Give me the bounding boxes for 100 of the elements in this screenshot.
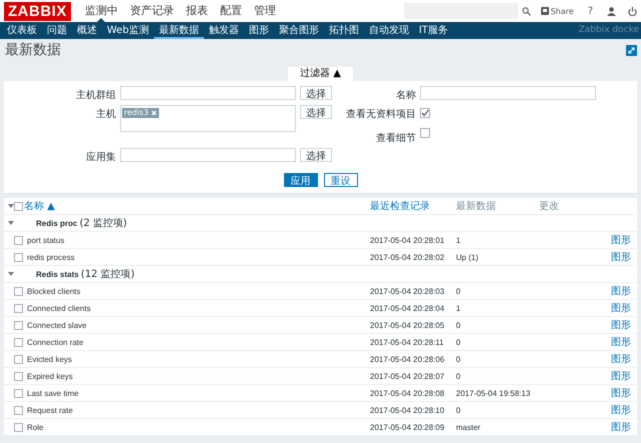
column-header[interactable]: 最近检查记录 <box>370 199 456 213</box>
table-cell-text: 2017-05-04 20:28:09 <box>370 422 446 432</box>
nav-item[interactable]: 触发器 <box>204 22 244 39</box>
nav-item[interactable]: 聚合图形 <box>274 22 324 39</box>
checkbox[interactable] <box>14 372 23 380</box>
graph-link[interactable]: 图形 <box>599 420 637 434</box>
table-cell-text: 2017-05-04 20:28:05 <box>370 320 446 330</box>
nav-item[interactable]: Web监测 <box>102 22 154 39</box>
item-name: Last save time <box>26 388 80 398</box>
item-name: Role <box>26 422 44 432</box>
checkbox[interactable] <box>14 202 23 210</box>
item-name: Connection rate <box>26 338 84 346</box>
graph-link[interactable]: 图形 <box>599 284 637 298</box>
item-name: redis process <box>26 252 76 262</box>
nav-item[interactable]: 最新数据 <box>154 22 204 39</box>
checkbox[interactable] <box>14 338 23 346</box>
nav-item[interactable]: 仪表板 <box>2 22 42 39</box>
menu-item[interactable]: 管理 <box>248 0 282 22</box>
item-name: port status <box>26 236 66 244</box>
table-cell-text: 2017-05-04 19:58:13 <box>456 388 532 398</box>
collapse-icon[interactable] <box>8 203 14 209</box>
checkbox[interactable] <box>14 236 23 244</box>
field-label: 查看无资料项目 <box>345 108 416 121</box>
checkbox[interactable] <box>14 354 23 364</box>
graph-link[interactable]: 图形 <box>599 352 637 366</box>
menu-item[interactable]: 监测中 <box>78 0 124 22</box>
graph-link[interactable]: 图形 <box>599 386 637 400</box>
graph-link[interactable]: 图形 <box>599 301 637 315</box>
collapse-icon[interactable] <box>8 271 14 277</box>
collapse-icon[interactable] <box>8 220 14 226</box>
table-cell-text: 2017-05-04 20:28:01 <box>370 236 446 244</box>
graph-link[interactable]: 图形 <box>599 318 637 332</box>
share-icon <box>540 7 549 15</box>
search-icon[interactable] <box>522 6 531 16</box>
field-label: 应用集 <box>85 150 116 164</box>
checkbox[interactable] <box>14 422 23 432</box>
nav-item[interactable]: 图形 <box>244 22 274 39</box>
table-cell-text: 2017-05-04 20:28:08 <box>370 388 446 398</box>
nav-item[interactable]: 拓扑图 <box>324 22 364 39</box>
user-icon[interactable] <box>607 6 616 16</box>
table-cell-text: 2017-05-04 20:28:11 <box>370 338 445 346</box>
table-cell-text: master <box>456 422 482 432</box>
table-cell-text: 0 <box>456 406 462 414</box>
group-title: Redis stats (12 监控项) <box>35 268 136 281</box>
graph-link[interactable]: 图形 <box>599 233 637 247</box>
nav-item[interactable]: 自动发现 <box>364 22 414 39</box>
table-cell-text: 2017-05-04 20:28:07 <box>370 372 446 380</box>
fullscreen-icon[interactable] <box>626 44 637 56</box>
reset-button[interactable]: 重设 <box>324 173 358 187</box>
nav-item[interactable]: IT服务 <box>414 22 453 39</box>
checkbox[interactable] <box>14 406 23 414</box>
item-name: Blocked clients <box>26 286 82 296</box>
graph-link[interactable]: 图形 <box>599 250 637 264</box>
nav-item[interactable]: 概述 <box>72 22 102 39</box>
table-cell-text: 2017-05-04 20:28:04 <box>370 304 446 312</box>
input-field[interactable] <box>420 86 596 100</box>
graph-link[interactable]: 图形 <box>599 335 637 349</box>
column-header: 更改 <box>539 200 560 213</box>
table-cell-text: 0 <box>456 372 462 380</box>
input-field[interactable] <box>120 148 296 162</box>
filter-tab[interactable]: 过滤器 ▲ <box>288 67 353 81</box>
table-cell-text: 1 <box>456 304 462 312</box>
checkbox[interactable] <box>420 128 430 138</box>
checkbox[interactable] <box>14 304 23 312</box>
page-title: 最新数据 <box>5 41 61 59</box>
logo[interactable]: ZABBIX <box>4 2 71 20</box>
table-cell-text: 0 <box>456 320 462 330</box>
column-header: 最新数据 <box>456 200 497 213</box>
menu-item[interactable]: 配置 <box>214 0 248 22</box>
input-field[interactable] <box>120 86 296 100</box>
field-label: 查看细节 <box>375 132 416 145</box>
checkbox[interactable] <box>420 108 430 118</box>
table-cell-text: 0 <box>456 338 462 346</box>
checkbox[interactable] <box>14 388 23 398</box>
power-icon[interactable] <box>628 6 637 16</box>
table-cell-text: 2017-05-04 20:28:02 <box>370 252 446 262</box>
field-label: 主机群组 <box>75 88 116 102</box>
menu-item[interactable]: 报表 <box>180 0 214 22</box>
table-cell-text: 0 <box>456 354 462 364</box>
table-cell-text: Up (1) <box>456 252 480 262</box>
graph-link[interactable]: 图形 <box>599 369 637 383</box>
apply-button[interactable]: 应用 <box>284 173 318 187</box>
item-name: Expired keys <box>26 372 74 380</box>
checkbox[interactable] <box>14 286 23 296</box>
graph-link[interactable]: 图形 <box>599 403 637 417</box>
checkbox[interactable] <box>14 252 23 262</box>
item-name: Connected slave <box>26 320 88 330</box>
table-cell-text: 2017-05-04 20:28:06 <box>370 354 446 364</box>
server-name: Zabbix docke <box>578 24 639 37</box>
close-icon <box>150 110 157 116</box>
column-header[interactable]: 名称 ▲ <box>24 199 370 213</box>
checkbox[interactable] <box>14 320 23 330</box>
select-button[interactable]: 选择 <box>300 86 332 100</box>
menu-item[interactable]: 资产记录 <box>124 0 180 22</box>
select-button[interactable]: 选择 <box>300 148 332 162</box>
table-cell-text: 2017-05-04 20:28:10 <box>370 406 446 414</box>
share-button[interactable]: Share <box>540 6 574 16</box>
nav-item[interactable]: 问题 <box>42 22 72 39</box>
select-button[interactable]: 选择 <box>300 105 332 119</box>
help-button[interactable]: ? <box>588 6 593 16</box>
